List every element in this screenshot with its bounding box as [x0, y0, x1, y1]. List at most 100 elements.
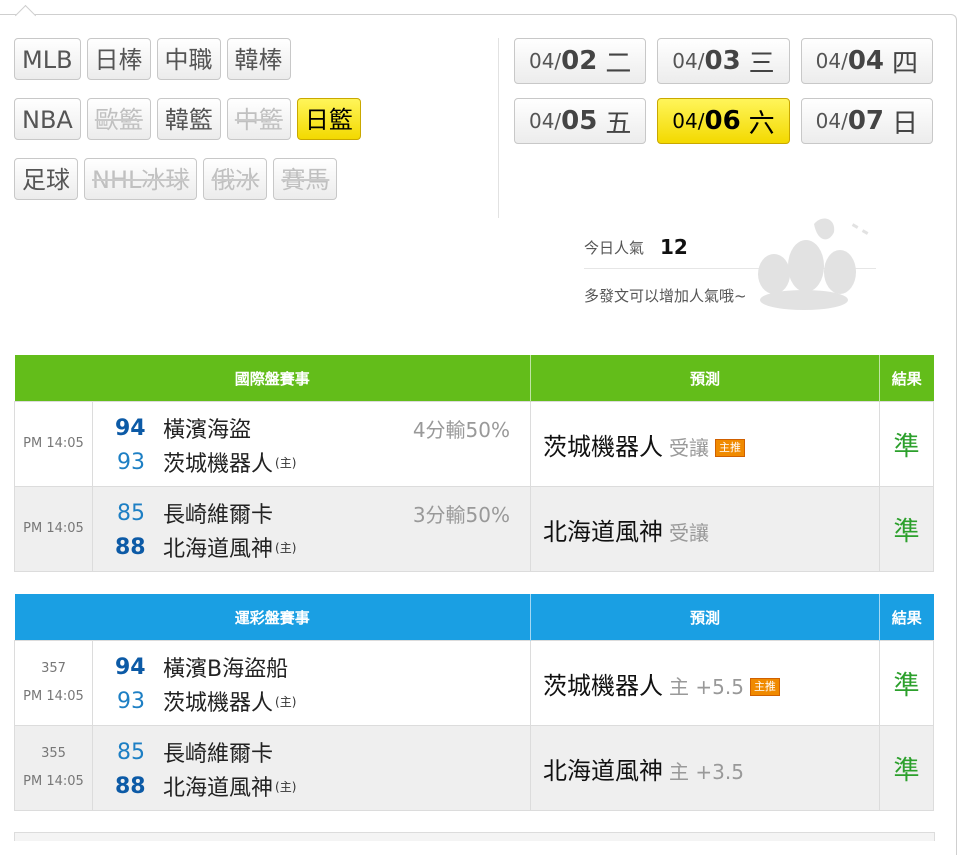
result-cell: 準 — [879, 486, 935, 572]
team-name[interactable]: 北海道風神 — [163, 531, 273, 563]
lottery-games-table: 運彩盤賽事 預測 結果 357 PM 14:05 94 橫濱B海盜船 93 茨城機器人 (主… — [14, 594, 935, 811]
prediction-cell: 北海道風神 受讓 — [530, 486, 881, 572]
team-score: 88 — [115, 534, 146, 560]
prediction-note: 受讓 — [669, 435, 710, 460]
date-selector: 04/02 二 04/03 三 04/04 四 04/05 五 04/06 六 04/07 日 — [514, 38, 944, 158]
team-score: 85 — [117, 500, 145, 526]
date-button[interactable]: 04/02 二 — [514, 38, 647, 84]
date-month: 04/ — [815, 49, 848, 73]
date-button[interactable]: 04/07 日 — [800, 98, 933, 144]
top-pick-badge: 主推 — [749, 677, 780, 696]
result-cell: 準 — [879, 640, 935, 726]
table-header-row: 運彩盤賽事 預測 結果 — [14, 594, 934, 641]
game-time: PM 14:05 — [23, 689, 84, 704]
away-team: 85 長崎維爾卡 — [115, 736, 273, 768]
team-name[interactable]: 茨城機器人 — [163, 446, 273, 478]
team-name[interactable]: 橫濱海盜 — [163, 412, 251, 444]
prediction-cell: 茨城機器人 受讓 主推 — [530, 401, 881, 487]
game-number: 355 — [41, 746, 66, 761]
date-button[interactable]: 04/05 五 — [514, 98, 647, 144]
game-number: 357 — [41, 661, 66, 676]
top-pick-badge: 主推 — [715, 438, 746, 457]
prediction-note: 受讓 — [669, 520, 710, 545]
league-row: 足球 NHL冰球 俄冰 賽馬 — [14, 158, 494, 202]
league-row: NBA 歐籃 韓籃 中籃 日籃 — [14, 98, 494, 142]
predicted-team: 茨城機器人 — [543, 432, 664, 461]
league-button[interactable]: NBA — [14, 98, 81, 140]
home-team: 93 茨城機器人 (主) — [115, 685, 296, 717]
away-team: 94 橫濱B海盜船 — [115, 651, 288, 683]
away-team: 85 長崎維爾卡 — [115, 497, 273, 529]
team-name[interactable]: 長崎維爾卡 — [163, 736, 273, 768]
home-team: 93 茨城機器人 (主) — [115, 446, 296, 478]
team-score: 93 — [117, 449, 145, 475]
date-row: 04/05 五 04/06 六 04/07 日 — [514, 98, 944, 144]
date-month: 04/ — [815, 109, 848, 133]
game-time: PM 14:05 — [23, 436, 84, 451]
team-name[interactable]: 長崎維爾卡 — [163, 497, 273, 529]
date-button[interactable]: 04/03 三 — [657, 38, 790, 84]
date-month: 04/ — [528, 109, 562, 133]
popularity-label: 今日人氣 — [584, 238, 645, 257]
time-cell: PM 14:05 — [14, 401, 93, 487]
league-button[interactable]: 日籃 — [296, 98, 361, 140]
date-day: 02 — [561, 46, 598, 76]
intl-games-table: 國際盤賽事 預測 結果 PM 14:05 94 橫濱海盜 93 茨城機器人 (主) 4分輸5… — [14, 355, 935, 572]
team-name[interactable]: 橫濱B海盜船 — [163, 651, 288, 683]
date-day: 07 — [847, 106, 884, 136]
table-row: 355 PM 14:05 85 長崎維爾卡 88 北海道風神 (主) 北海道風神主 +3.5 準 — [14, 725, 935, 811]
popularity-value: 12 — [660, 235, 688, 259]
league-button: 賽馬 — [273, 158, 338, 200]
league-button[interactable]: 中職 — [156, 38, 221, 80]
date-button[interactable]: 04/04 四 — [800, 38, 933, 84]
header-result: 結果 — [879, 594, 934, 641]
predicted-team: 茨城機器人 — [543, 671, 664, 700]
league-button[interactable]: MLB — [14, 38, 81, 80]
date-row: 04/02 二 04/03 三 04/04 四 — [514, 38, 944, 84]
result-cell: 準 — [879, 401, 935, 487]
team-name[interactable]: 北海道風神 — [163, 770, 273, 802]
league-row: MLB 日棒 中職 韓棒 — [14, 38, 494, 82]
date-day: 05 — [561, 106, 598, 136]
date-weekday: 六 — [748, 108, 775, 139]
league-button[interactable]: 日棒 — [86, 38, 151, 80]
predicted-team: 北海道風神 — [543, 517, 664, 546]
away-team: 94 橫濱海盜 — [115, 412, 251, 444]
team-score: 88 — [115, 773, 146, 799]
league-button[interactable]: 韓籃 — [156, 98, 221, 140]
header-result: 結果 — [879, 355, 934, 402]
result-cell: 準 — [879, 725, 935, 811]
prediction-note: 主 +5.5 — [669, 674, 744, 699]
time-cell: 355 PM 14:05 — [14, 725, 93, 811]
mascot-icon — [758, 218, 869, 310]
home-mark: (主) — [275, 540, 297, 555]
teams-cell: 85 長崎維爾卡 88 北海道風神 (主) — [91, 725, 532, 811]
league-button: 歐籃 — [86, 98, 151, 140]
league-button: 俄冰 — [203, 158, 268, 200]
date-weekday: 五 — [605, 108, 632, 139]
home-team: 88 北海道風神 (主) — [115, 531, 296, 563]
time-cell: 357 PM 14:05 — [14, 640, 93, 726]
league-button[interactable]: 足球 — [14, 158, 78, 200]
prediction-cell: 北海道風神主 +3.5 — [530, 725, 881, 811]
spread-line: 4分輸50% — [412, 418, 511, 442]
predicted-team: 北海道風神 — [543, 756, 664, 785]
prediction-note: 主 +3.5 — [669, 759, 744, 784]
date-weekday: 日 — [892, 108, 919, 139]
date-day: 04 — [847, 46, 884, 76]
home-mark: (主) — [275, 779, 297, 794]
home-mark: (主) — [275, 694, 297, 709]
team-score: 85 — [117, 739, 145, 765]
league-button[interactable]: 韓棒 — [226, 38, 291, 80]
table-row: 357 PM 14:05 94 橫濱B海盜船 93 茨城機器人 (主) 茨城機器人主 +5.5… — [14, 640, 935, 726]
teams-cell: 85 長崎維爾卡 88 北海道風神 (主) 3分輸50% — [91, 486, 532, 572]
team-score: 93 — [117, 688, 145, 714]
team-score: 94 — [115, 415, 146, 441]
header-event: 國際盤賽事 — [14, 355, 532, 402]
date-month: 04/ — [528, 49, 562, 73]
date-button[interactable]: 04/06 六 — [657, 98, 790, 144]
league-button: 中籃 — [226, 98, 291, 140]
game-time: PM 14:05 — [23, 521, 84, 536]
date-weekday: 二 — [605, 48, 632, 79]
team-name[interactable]: 茨城機器人 — [163, 685, 273, 717]
